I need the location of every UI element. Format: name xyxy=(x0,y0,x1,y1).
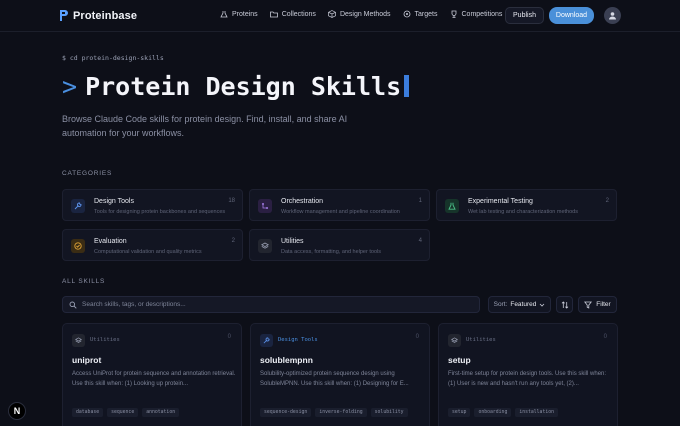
category-experimental-testing[interactable]: Experimental Testing Wet lab testing and… xyxy=(436,189,617,221)
proteinbase-logo-icon xyxy=(60,10,68,21)
all-skills-heading: ALL SKILLS xyxy=(62,278,106,285)
nav-proteins[interactable]: Proteins xyxy=(220,10,258,18)
nav-design-methods[interactable]: Design Methods xyxy=(328,10,391,18)
dev-badge[interactable]: N xyxy=(8,402,26,420)
filter-icon xyxy=(584,301,593,309)
skill-category: Utilities xyxy=(90,337,120,343)
category-evaluation[interactable]: Evaluation Computational validation and … xyxy=(62,229,243,261)
sort-arrows-icon xyxy=(561,300,568,309)
tag[interactable]: inverse-folding xyxy=(315,408,367,417)
user-icon xyxy=(609,12,616,20)
top-header: Proteinbase Proteins Collections Design … xyxy=(0,0,680,32)
tag[interactable]: annotation xyxy=(142,408,180,417)
trophy-icon xyxy=(451,10,456,18)
download-button[interactable]: Download xyxy=(549,7,594,24)
layers-icon xyxy=(72,334,85,347)
page-description: Browse Claude Code skills for protein de… xyxy=(62,114,348,138)
page-title-text: Protein Design Skills xyxy=(85,71,402,101)
skill-tags: sequence-design inverse-folding solubili… xyxy=(260,408,408,417)
category-orchestration[interactable]: Orchestration Workflow management and pi… xyxy=(249,189,430,221)
layers-icon xyxy=(258,239,272,253)
skill-title: uniprot xyxy=(72,355,102,365)
skill-category: Utilities xyxy=(466,337,496,343)
chevron-down-icon xyxy=(540,303,545,307)
tag[interactable]: installation xyxy=(515,408,558,417)
tag[interactable]: sequence xyxy=(107,408,139,417)
wrench-icon xyxy=(71,199,85,213)
check-circle-icon xyxy=(71,239,85,253)
skill-card-solublempnn[interactable]: Design Tools 0 solublempnn Solubility-op… xyxy=(250,323,430,426)
skill-count: 0 xyxy=(415,334,419,340)
filter-button[interactable]: Filter xyxy=(578,296,617,313)
prompt-symbol: > xyxy=(62,71,78,101)
wrench-icon xyxy=(260,334,273,347)
category-design-tools[interactable]: Design Tools Tools for designing protein… xyxy=(62,189,243,221)
search-bar xyxy=(62,296,480,313)
avatar[interactable] xyxy=(604,7,621,24)
text-cursor xyxy=(404,75,410,97)
main-nav: Proteins Collections Design Methods Targ… xyxy=(220,10,502,18)
search-icon xyxy=(69,301,77,309)
skill-title: solublempnn xyxy=(260,355,313,365)
categories-heading: CATEGORIES xyxy=(62,170,113,177)
workflow-icon xyxy=(258,199,272,213)
category-count: 18 xyxy=(228,198,235,204)
skill-card-uniprot[interactable]: Utilities 0 uniprot Access UniProt for p… xyxy=(62,323,242,426)
skill-description: Access UniProt for protein sequence and … xyxy=(72,371,236,387)
page-title: > Protein Design Skills xyxy=(62,69,410,103)
sort-dropdown[interactable]: Sort: Featured xyxy=(488,296,551,313)
skill-count: 0 xyxy=(227,334,231,340)
skill-description: First-time setup for protein design tool… xyxy=(448,371,607,387)
category-count: 4 xyxy=(418,238,422,244)
skill-count: 0 xyxy=(603,334,607,340)
publish-button[interactable]: Publish xyxy=(505,7,544,24)
cube-icon xyxy=(328,10,336,18)
category-count: 2 xyxy=(231,238,235,244)
skill-card-setup[interactable]: Utilities 0 setup First-time setup for p… xyxy=(438,323,618,426)
beaker-icon xyxy=(445,199,459,213)
flask-icon xyxy=(220,11,228,18)
skill-title: setup xyxy=(448,355,471,365)
logo[interactable]: Proteinbase xyxy=(59,9,137,22)
sort-value: Featured xyxy=(510,301,537,308)
folder-icon xyxy=(269,11,278,18)
tag[interactable]: solubility xyxy=(370,408,408,417)
tag[interactable]: onboarding xyxy=(474,408,512,417)
target-icon xyxy=(403,10,410,18)
nav-targets[interactable]: Targets xyxy=(403,10,438,18)
tag[interactable]: setup xyxy=(448,408,471,417)
skill-description: Solubility-optimized protein sequence de… xyxy=(260,371,409,387)
category-count: 1 xyxy=(418,198,422,204)
layers-icon xyxy=(448,334,461,347)
sort-direction-button[interactable] xyxy=(556,296,573,313)
skill-tags: database sequence annotation xyxy=(72,408,180,417)
skill-tags: setup onboarding installation xyxy=(448,408,558,417)
logo-text: Proteinbase xyxy=(73,9,138,22)
nav-competitions[interactable]: Competitions xyxy=(450,10,502,18)
command-line: $ cd protein-design-skills xyxy=(62,54,164,62)
category-count: 2 xyxy=(605,198,609,204)
category-utilities[interactable]: Utilities Data access, formatting, and h… xyxy=(249,229,430,261)
skill-category: Design Tools xyxy=(278,337,318,343)
nav-collections[interactable]: Collections xyxy=(269,10,316,18)
tag[interactable]: sequence-design xyxy=(260,408,312,417)
tag[interactable]: database xyxy=(72,408,104,417)
search-input[interactable] xyxy=(82,301,462,308)
